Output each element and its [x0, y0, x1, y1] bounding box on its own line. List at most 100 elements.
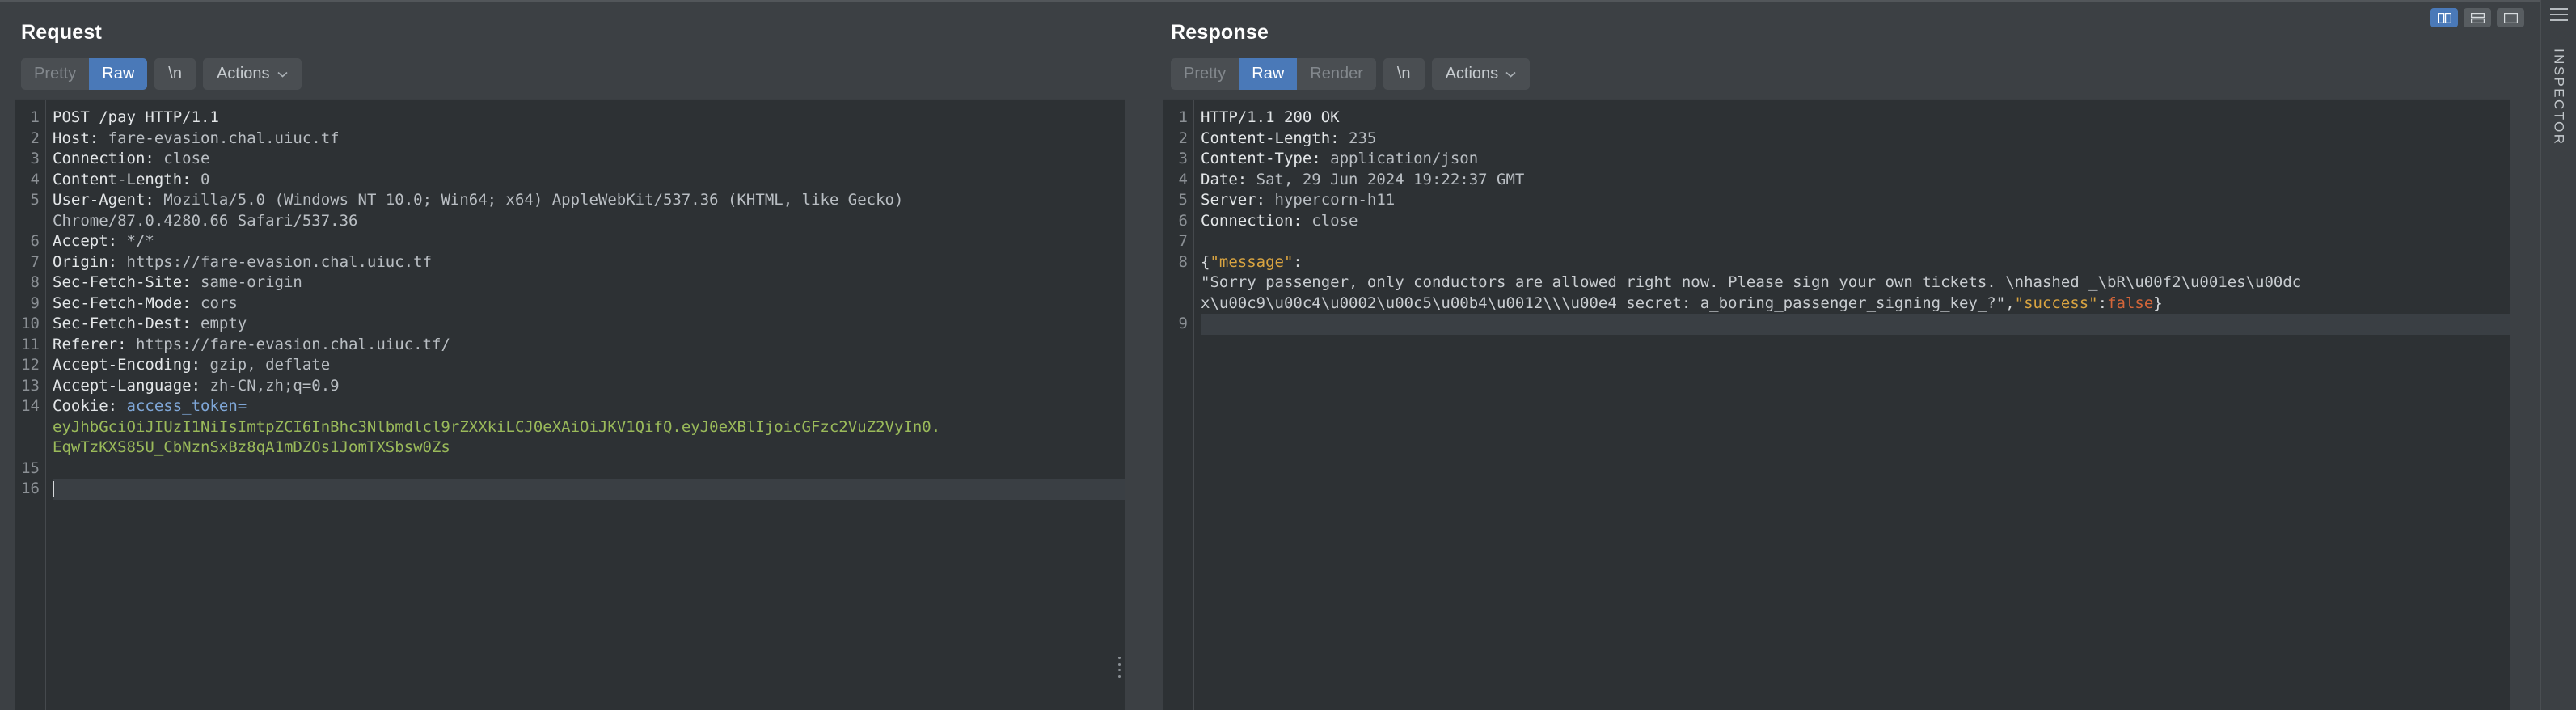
- side-by-side-view-icon[interactable]: [2430, 8, 2458, 27]
- request-actions-button[interactable]: Actions: [203, 58, 302, 90]
- response-tab-pretty[interactable]: Pretty: [1171, 58, 1239, 90]
- line-number: 14: [15, 396, 45, 417]
- code-line[interactable]: [1201, 231, 2510, 252]
- line-number: [15, 417, 45, 438]
- code-token: https://fare-evasion.chal.uiuc.tf/: [136, 336, 450, 353]
- line-number: 3: [1163, 149, 1193, 170]
- code-line[interactable]: Sec-Fetch-Site: same-origin: [53, 273, 1125, 294]
- code-line[interactable]: {"message":: [1201, 252, 2510, 273]
- line-number: [15, 211, 45, 232]
- response-pane: Response Pretty Raw Render \n Actions 12…: [1150, 0, 2510, 710]
- line-number: 10: [15, 314, 45, 335]
- code-token: 0: [201, 171, 209, 188]
- code-line[interactable]: Content-Type: application/json: [1201, 149, 2510, 170]
- code-line[interactable]: Sec-Fetch-Mode: cors: [53, 294, 1125, 315]
- code-line[interactable]: Host: fare-evasion.chal.uiuc.tf: [53, 129, 1125, 150]
- code-line[interactable]: [53, 479, 1125, 500]
- response-actions-button[interactable]: Actions: [1432, 58, 1531, 90]
- code-line[interactable]: x\u00c9\u00c4\u0002\u00c5\u00b4\u0012\\\…: [1201, 294, 2510, 315]
- response-view-tabs: Pretty Raw Render: [1171, 58, 1376, 90]
- code-line[interactable]: Chrome/87.0.4280.66 Safari/537.36: [53, 211, 1125, 232]
- text-caret: [53, 481, 54, 497]
- code-token: 235: [1349, 129, 1376, 147]
- line-number: 4: [1163, 170, 1193, 191]
- request-tab-raw[interactable]: Raw: [89, 58, 147, 90]
- code-token: User-Agent:: [53, 191, 163, 209]
- code-line[interactable]: Origin: https://fare-evasion.chal.uiuc.t…: [53, 252, 1125, 273]
- code-token: Connection:: [1201, 212, 1311, 230]
- code-token: "message": [1210, 253, 1293, 271]
- code-token: Connection:: [53, 150, 163, 167]
- code-token: POST /pay HTTP/1.1: [53, 108, 219, 126]
- line-number: 7: [15, 252, 45, 273]
- code-token: Origin:: [53, 253, 127, 271]
- line-number: 13: [15, 376, 45, 397]
- inspector-rail: INSPECTOR: [2540, 0, 2576, 710]
- code-line[interactable]: Date: Sat, 29 Jun 2024 19:22:37 GMT: [1201, 170, 2510, 191]
- request-resize-grip[interactable]: [1117, 657, 1121, 678]
- code-token: hypercorn-h11: [1275, 191, 1396, 209]
- code-token: Sat, 29 Jun 2024 19:22:37 GMT: [1256, 171, 1525, 188]
- code-token: Content-Type:: [1201, 150, 1330, 167]
- request-toolbar: Pretty Raw \n Actions: [0, 44, 1146, 99]
- code-token: access_token=: [127, 397, 247, 415]
- code-token: ,: [2005, 294, 2014, 312]
- response-code[interactable]: HTTP/1.1 200 OKContent-Length: 235Conten…: [1194, 100, 2510, 335]
- line-number: [15, 437, 45, 459]
- line-number: 1: [15, 108, 45, 129]
- code-token: close: [1311, 212, 1358, 230]
- code-line[interactable]: Cookie: access_token=: [53, 396, 1125, 417]
- response-header: Response: [1150, 2, 2510, 44]
- code-line[interactable]: POST /pay HTTP/1.1: [53, 108, 1125, 129]
- code-line[interactable]: Content-Length: 0: [53, 170, 1125, 191]
- line-number: 5: [15, 190, 45, 211]
- code-token: "success": [2015, 294, 2098, 312]
- code-token: Accept:: [53, 232, 127, 250]
- code-token: Content-Length:: [53, 171, 201, 188]
- code-line[interactable]: Server: hypercorn-h11: [1201, 190, 2510, 211]
- code-line[interactable]: Content-Length: 235: [1201, 129, 2510, 150]
- response-code-area[interactable]: HTTP/1.1 200 OKContent-Length: 235Conten…: [1193, 100, 2510, 710]
- hamburger-menu-icon[interactable]: [2550, 8, 2568, 21]
- code-line[interactable]: Sec-Fetch-Dest: empty: [53, 314, 1125, 335]
- code-line[interactable]: [53, 459, 1125, 480]
- request-newline-toggle[interactable]: \n: [154, 58, 196, 90]
- code-token: Server:: [1201, 191, 1275, 209]
- code-token: x\u00c9\u00c4\u0002\u00c5\u00b4\u0012\\\…: [1201, 294, 2005, 312]
- request-code[interactable]: POST /pay HTTP/1.1 Host: fare-evasion.cha…: [46, 100, 1125, 500]
- code-line[interactable]: "Sorry passenger, only conductors are al…: [1201, 273, 2510, 294]
- response-newline-toggle[interactable]: \n: [1383, 58, 1425, 90]
- response-tab-raw[interactable]: Raw: [1239, 58, 1297, 90]
- line-number: 11: [15, 335, 45, 356]
- code-token: false: [2107, 294, 2153, 312]
- line-number: 9: [1163, 314, 1193, 335]
- code-token: Referer:: [53, 336, 136, 353]
- code-token: application/json: [1330, 150, 1478, 167]
- code-line[interactable]: Referer: https://fare-evasion.chal.uiuc.…: [53, 335, 1125, 356]
- code-line[interactable]: Accept-Encoding: gzip, deflate: [53, 355, 1125, 376]
- code-line[interactable]: Connection: close: [1201, 211, 2510, 232]
- code-line[interactable]: HTTP/1.1 200 OK: [1201, 108, 2510, 129]
- stacked-view-icon[interactable]: [2464, 8, 2491, 27]
- code-token: Host:: [53, 129, 108, 147]
- response-title: Response: [1171, 20, 2510, 44]
- response-line-numbers: 12345678 9: [1163, 100, 1193, 710]
- request-code-area[interactable]: POST /pay HTTP/1.1 Host: fare-evasion.cha…: [45, 100, 1125, 710]
- code-token: https://fare-evasion.chal.uiuc.tf: [127, 253, 433, 271]
- code-line[interactable]: [1201, 314, 2510, 335]
- single-pane-view-icon[interactable]: [2497, 8, 2524, 27]
- line-number: 5: [1163, 190, 1193, 211]
- code-line[interactable]: EqwTzKXS85U_CbNznSxBz8qA1mDZOs1JomTXSbsw…: [53, 437, 1125, 459]
- response-tab-render[interactable]: Render: [1297, 58, 1376, 90]
- request-actions-label: Actions: [217, 66, 270, 82]
- view-mode-buttons: [2430, 8, 2524, 27]
- request-tab-pretty[interactable]: Pretty: [21, 58, 89, 90]
- code-line[interactable]: Accept-Language: zh-CN,zh;q=0.9: [53, 376, 1125, 397]
- inspector-label[interactable]: INSPECTOR: [2551, 49, 2567, 146]
- code-line[interactable]: Connection: close: [53, 149, 1125, 170]
- request-editor[interactable]: 12345 67891011121314 1516 POST /pay HTTP…: [15, 99, 1125, 710]
- response-editor[interactable]: 12345678 9 HTTP/1.1 200 OKContent-Length…: [1163, 99, 2510, 710]
- code-line[interactable]: User-Agent: Mozilla/5.0 (Windows NT 10.0…: [53, 190, 1125, 211]
- code-line[interactable]: eyJhbGciOiJIUzI1NiIsImtpZCI6InBhc3Nlbmdl…: [53, 417, 1125, 438]
- code-line[interactable]: Accept: */*: [53, 231, 1125, 252]
